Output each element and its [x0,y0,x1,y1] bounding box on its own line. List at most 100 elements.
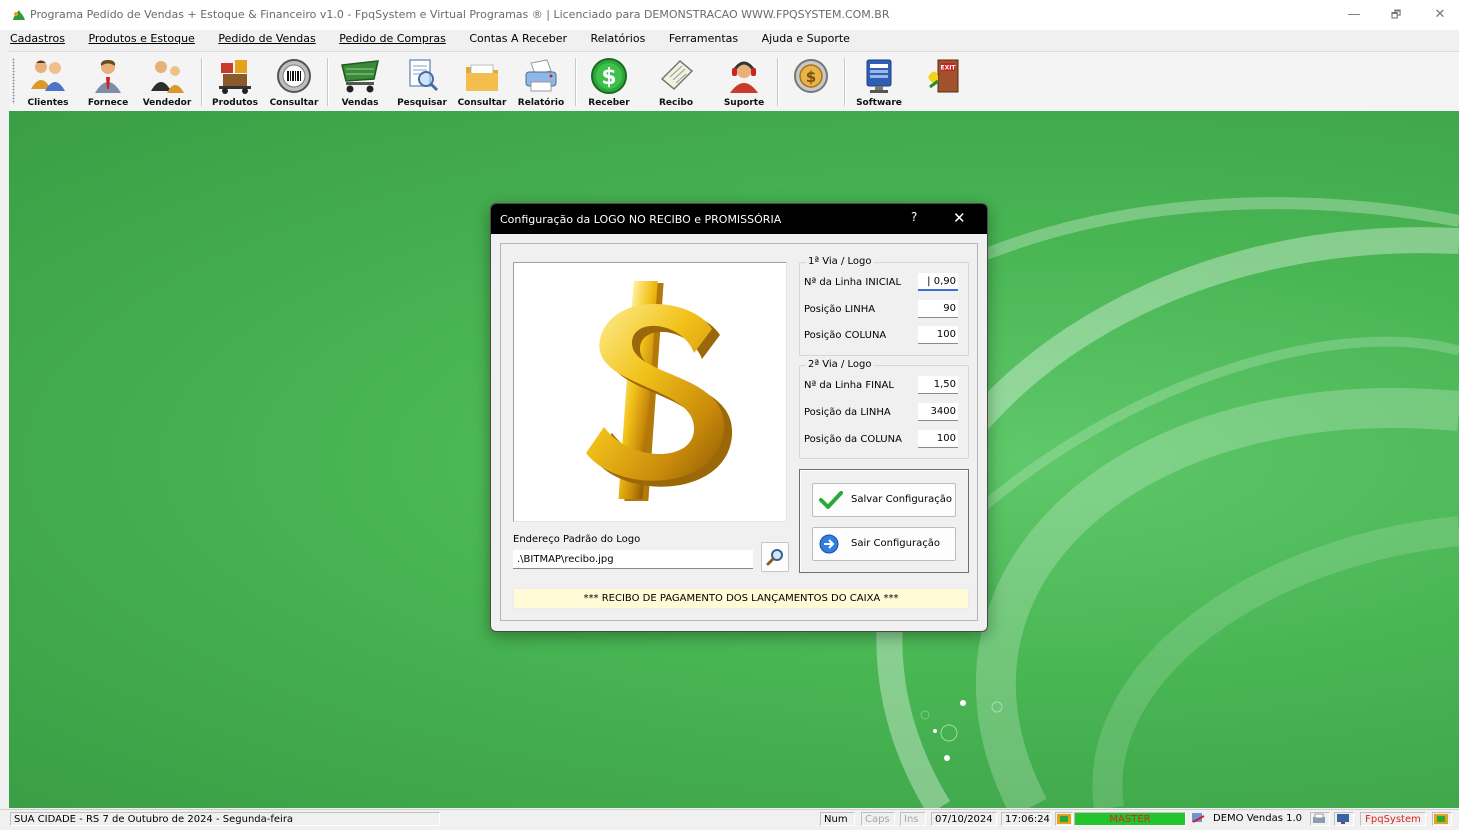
status-num-lock: Num [820,812,855,826]
logo-path-input[interactable]: .\BITMAP\recibo.jpg [513,550,753,569]
status-bar: SUA CIDADE - RS 7 de Outubro de 2024 - S… [0,809,1459,828]
field-row-end-line: Nª da Linha FINAL 1,50 [804,376,964,396]
toolbar-vendas-button[interactable]: Vendas [331,54,389,109]
line-position-2-input[interactable]: 3400 [918,403,958,421]
exit-config-button[interactable]: Sair Configuração [812,527,956,561]
menu-contas-receber[interactable]: Contas A Receber [469,32,567,45]
save-config-button[interactable]: Salvar Configuração [812,483,956,517]
toolbar-vendedor-button[interactable]: Vendedor [138,54,196,109]
toolbar-vendedor-label: Vendedor [142,98,192,108]
toolbar-exit-button[interactable]: EXIT [915,54,973,109]
close-window-button[interactable]: ✕ [1428,6,1452,24]
status-printer-icon[interactable] [1310,812,1330,826]
menu-relatorios[interactable]: Relatórios [591,32,646,45]
dialog-close-button[interactable]: ✕ [953,209,966,227]
dialog-help-button[interactable]: ? [911,210,917,224]
products-icon [219,60,251,94]
status-user-icon [1055,812,1073,826]
status-app-icon [1190,812,1210,826]
window-title-bar: Programa Pedido de Vendas + Estoque & Fi… [0,0,1459,30]
toolbar-consultar-button[interactable]: Consultar [265,54,323,109]
group-second-copy: 2ª Via / Logo Nª da Linha FINAL 1,50 Pos… [799,359,969,459]
menu-bar: Cadastros Produtos e Estoque Pedido de V… [10,32,870,50]
field-row-column-position: Posição COLUNA 100 [804,326,964,346]
software-icon [866,59,892,93]
support-icon [730,61,758,93]
toolbar-consultar2-label: Consultar [457,98,507,108]
toolbar-separator [201,58,203,106]
status-monitor-icon[interactable] [1334,812,1354,826]
toolbar-coin-button[interactable]: $ [782,54,840,109]
line-position-input[interactable]: 90 [918,300,958,318]
svg-text:$: $ [601,65,616,90]
menu-produtos-estoque[interactable]: Produtos e Estoque [88,32,194,45]
action-panel: Salvar Configuração Sair Configuração [799,469,969,573]
toolbar-consultar-label: Consultar [269,98,319,108]
dialog-title: Configuração da LOGO NO RECIBO e PROMISS… [500,213,782,226]
printer-icon [525,59,557,92]
gold-dollar-logo-icon [586,281,733,501]
group-first-copy-legend: 1ª Via / Logo [806,256,874,267]
dialog-title-bar[interactable]: Configuração da LOGO NO RECIBO e PROMISS… [491,204,987,234]
toolbar-produtos-label: Produtos [212,98,258,108]
status-brand: FpqSystem [1360,812,1426,826]
column-position-input[interactable]: 100 [918,326,958,344]
toolbar-separator [327,58,329,106]
toolbar-produtos-button[interactable]: Produtos [206,54,264,109]
cart-icon [341,60,379,93]
toolbar-relatorio-label: Relatório [517,98,565,108]
toolbar-clientes-button[interactable]: Clientes [19,54,77,109]
menu-pedido-compras[interactable]: Pedido de Compras [339,32,446,45]
toolbar-fornece-button[interactable]: Fornece [79,54,137,109]
end-line-label: Nª da Linha FINAL [804,380,894,391]
field-row-column-position-2: Posição da COLUNA 100 [804,430,964,450]
field-row-line-position-2: Posição da LINHA 3400 [804,403,964,423]
toolbar-pesquisar-button[interactable]: Pesquisar [393,54,451,109]
menu-pedido-vendas[interactable]: Pedido de Vendas [218,32,315,45]
minimize-button[interactable]: — [1342,6,1366,24]
toolbar-clientes-label: Clientes [27,98,69,108]
menu-cadastros[interactable]: Cadastros [10,32,65,45]
toolbar-software-label: Software [856,98,902,108]
toolbar-separator [777,58,779,106]
toolbar-receber-label: Receber [588,98,630,108]
magnifier-icon [766,549,783,566]
group-second-copy-legend: 2ª Via / Logo [806,359,874,370]
toolbar-fornece-label: Fornece [87,98,129,108]
receipt-icon [660,59,694,91]
field-row-line-position: Posição LINHA 90 [804,300,964,320]
end-line-input[interactable]: 1,50 [918,376,958,394]
status-insert: Ins [900,812,926,826]
svg-text:EXIT: EXIT [940,65,956,72]
toolbar-separator [575,58,577,106]
status-date: 07/10/2024 [931,812,997,826]
toolbar-receber-button[interactable]: $ Receber [580,54,638,109]
toolbar-recibo-button[interactable]: Recibo [647,54,705,109]
group-first-copy: 1ª Via / Logo Nª da Linha INICIAL | 0,90… [799,256,969,356]
status-location-date: SUA CIDADE - RS 7 de Outubro de 2024 - S… [10,812,440,826]
column-position-2-input[interactable]: 100 [918,430,958,448]
menu-ferramentas[interactable]: Ferramentas [669,32,738,45]
toolbar-suporte-button[interactable]: Suporte [715,54,773,109]
column-position-2-label: Posição da COLUNA [804,434,902,445]
start-line-input[interactable]: | 0,90 [918,273,958,291]
receipt-title-banner: *** RECIBO DE PAGAMENTO DOS LANÇAMENTOS … [513,588,969,609]
exit-config-label: Sair Configuração [851,538,940,549]
toolbar-pesquisar-label: Pesquisar [397,98,447,108]
status-caps-lock: Caps [861,812,895,826]
toolbar-vendas-label: Vendas [341,98,379,108]
menu-ajuda-suporte[interactable]: Ajuda e Suporte [762,32,850,45]
app-logo-icon [13,10,25,20]
maximize-button[interactable]: 🗗 [1384,6,1408,24]
toolbar-grip[interactable] [12,58,15,104]
status-user: MASTER [1074,812,1186,826]
toolbar-consultar2-button[interactable]: Consultar [453,54,511,109]
main-toolbar: Clientes Fornece Vendedor Produtos Consu… [9,51,1459,112]
browse-logo-button[interactable] [761,542,789,572]
save-config-label: Salvar Configuração [851,494,952,505]
toolbar-software-button[interactable]: Software [850,54,908,109]
clients-icon [31,60,65,91]
status-info-icon[interactable] [1432,812,1452,826]
toolbar-relatorio-button[interactable]: Relatório [512,54,570,109]
exit-icon: EXIT [928,59,959,93]
